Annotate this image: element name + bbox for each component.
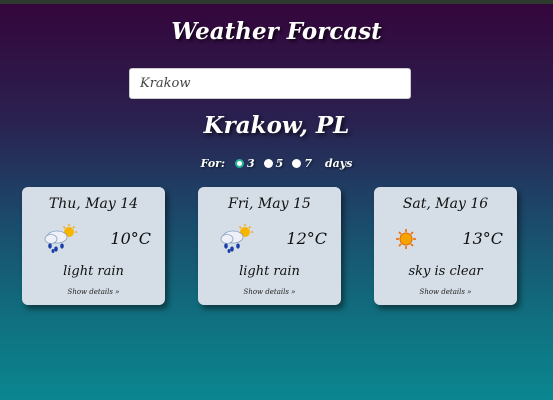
city-search-input[interactable] (129, 68, 411, 99)
card-description: sky is clear (408, 264, 483, 279)
radio-icon[interactable] (235, 158, 245, 168)
days-label: For: (200, 156, 226, 170)
show-details-link[interactable]: Show details » (198, 288, 341, 296)
card-date: Sat, May 16 (402, 196, 489, 212)
top-strip (0, 0, 553, 4)
card-date: Fri, May 15 (228, 196, 311, 212)
days-option-5[interactable]: 5 (263, 156, 284, 170)
radio-icon[interactable] (263, 158, 273, 168)
location-heading: Krakow, PL (203, 112, 350, 139)
days-option-7[interactable]: 7 (292, 157, 312, 170)
radio-icon[interactable] (292, 158, 302, 168)
sun-icon (396, 229, 416, 249)
days-option-label: 5 (275, 156, 284, 170)
card-description: light rain (239, 264, 300, 279)
days-option-3[interactable]: 3 (235, 157, 255, 170)
light-rain-icon (220, 224, 253, 253)
forecast-days-selector: For: 3 5 7 days (0, 154, 553, 172)
card-date: Thu, May 14 (48, 196, 139, 212)
card-temperature: 10°C (110, 229, 151, 248)
card-description: light rain (63, 264, 124, 279)
show-details-link[interactable]: Show details » (22, 288, 165, 296)
card-temperature: 12°C (286, 229, 327, 248)
card-temperature: 13°C (462, 229, 503, 248)
light-rain-icon (44, 224, 77, 253)
forecast-card: Thu, May 14 10°C light rain Show details… (22, 187, 165, 305)
days-option-label: 7 (304, 156, 312, 170)
forecast-card: Fri, May 15 12°C light rain Show details… (198, 187, 341, 305)
days-option-label: 3 (247, 156, 255, 170)
forecast-card: Sat, May 16 13°C sky is clear Show detai… (374, 187, 517, 305)
days-suffix: days (324, 156, 353, 170)
page-title: Weather Forcast (171, 18, 382, 45)
show-details-link[interactable]: Show details » (374, 288, 517, 296)
